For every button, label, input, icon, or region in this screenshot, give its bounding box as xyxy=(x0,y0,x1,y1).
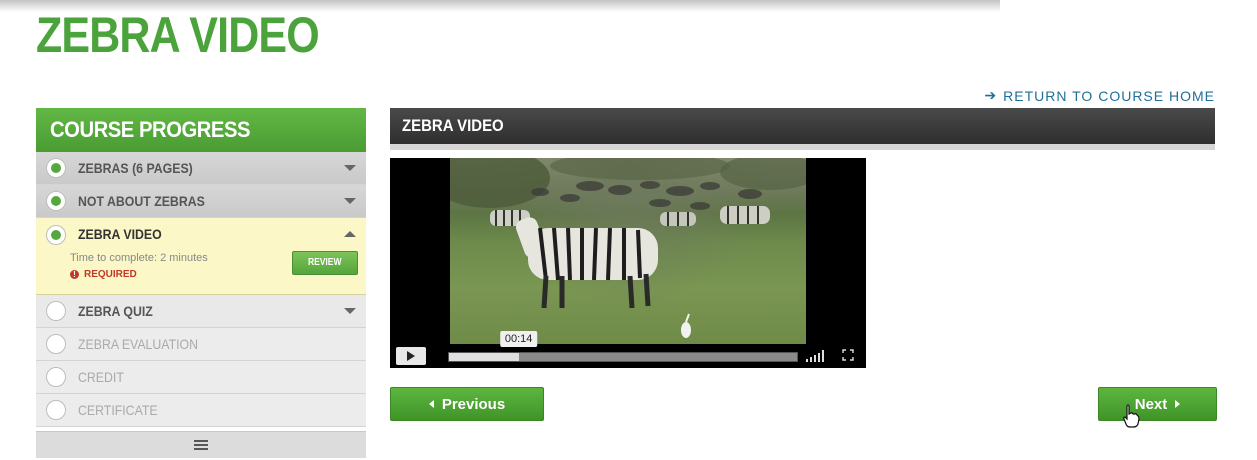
sidebar-header: COURSE PROGRESS xyxy=(36,108,366,152)
arrow-left-icon: ➔ xyxy=(984,87,998,103)
chevron-up-icon[interactable] xyxy=(344,231,356,237)
video-progress-bar[interactable]: 00:14 xyxy=(448,331,798,362)
empty-radio-icon xyxy=(46,400,66,420)
content-header: ZEBRA VIDEO xyxy=(390,108,1215,144)
header-underline xyxy=(390,144,1215,150)
play-icon xyxy=(407,351,415,361)
sidebar-item-certificate: CERTIFICATE xyxy=(36,394,366,427)
empty-radio-icon xyxy=(46,334,66,354)
required-indicator: ! REQUIRED xyxy=(70,269,137,280)
sidebar-item-zebra-evaluation: ZEBRA EVALUATION xyxy=(36,328,366,361)
chevron-down-icon[interactable] xyxy=(344,165,356,171)
review-label: REVIEW xyxy=(308,257,342,268)
current-radio-icon xyxy=(46,225,66,245)
sidebar-item-credit: CREDIT xyxy=(36,361,366,394)
chevron-down-icon[interactable] xyxy=(344,198,356,204)
zebra-scene-image xyxy=(450,158,806,338)
hand-pointer-icon xyxy=(1123,404,1140,428)
menu-icon[interactable] xyxy=(194,444,208,446)
time-to-complete: Time to complete: 2 minutes xyxy=(70,252,208,264)
volume-icon[interactable] xyxy=(806,350,824,362)
current-time-tooltip: 00:14 xyxy=(499,331,538,347)
video-controls: 00:14 xyxy=(390,331,866,368)
video-player[interactable]: 00:14 xyxy=(390,158,866,368)
sidebar-item-label: CERTIFICATE xyxy=(78,402,158,418)
return-link-label: RETURN TO COURSE HOME xyxy=(1003,87,1215,104)
sidebar-item-label: ZEBRA QUIZ xyxy=(78,303,153,319)
content-title: ZEBRA VIDEO xyxy=(402,116,504,135)
course-progress-sidebar: COURSE PROGRESS ZEBRAS (6 PAGES) NOT ABO… xyxy=(36,108,366,458)
sidebar-item-not-about-zebras[interactable]: NOT ABOUT ZEBRAS xyxy=(36,185,366,218)
video-frame[interactable] xyxy=(450,158,806,344)
sidebar-footer[interactable] xyxy=(36,431,366,458)
alert-icon: ! xyxy=(70,270,79,279)
required-label: REQUIRED xyxy=(84,269,137,280)
caret-left-icon xyxy=(428,400,434,408)
empty-radio-icon xyxy=(46,301,66,321)
complete-radio-icon xyxy=(46,158,66,178)
fullscreen-icon[interactable] xyxy=(842,349,854,361)
review-button[interactable]: REVIEW xyxy=(292,251,358,275)
chevron-down-icon[interactable] xyxy=(344,308,356,314)
empty-radio-icon xyxy=(46,367,66,387)
sidebar-item-zebras[interactable]: ZEBRAS (6 PAGES) xyxy=(36,152,366,185)
page-title: ZEBRA VIDEO xyxy=(36,7,320,63)
previous-label: Previous xyxy=(441,395,506,413)
sidebar-item-zebra-video[interactable]: ZEBRA VIDEO Time to complete: 2 minutes … xyxy=(36,218,366,295)
complete-radio-icon xyxy=(46,191,66,211)
play-button[interactable] xyxy=(396,347,426,365)
sidebar-item-label: ZEBRA VIDEO xyxy=(78,226,162,242)
next-button[interactable]: Next xyxy=(1098,387,1217,421)
video-progress-fill xyxy=(449,353,519,361)
sidebar-title: COURSE PROGRESS xyxy=(50,117,251,142)
sidebar-item-zebra-quiz[interactable]: ZEBRA QUIZ xyxy=(36,295,366,328)
sidebar-item-label: ZEBRA EVALUATION xyxy=(78,336,199,352)
sidebar-item-label: CREDIT xyxy=(78,369,124,385)
caret-right-icon xyxy=(1175,400,1181,408)
sidebar-item-label: ZEBRAS (6 PAGES) xyxy=(78,160,193,176)
sidebar-item-label: NOT ABOUT ZEBRAS xyxy=(78,193,205,209)
return-to-course-home-link[interactable]: ➔ RETURN TO COURSE HOME xyxy=(984,87,1215,104)
previous-button[interactable]: Previous xyxy=(390,387,544,421)
